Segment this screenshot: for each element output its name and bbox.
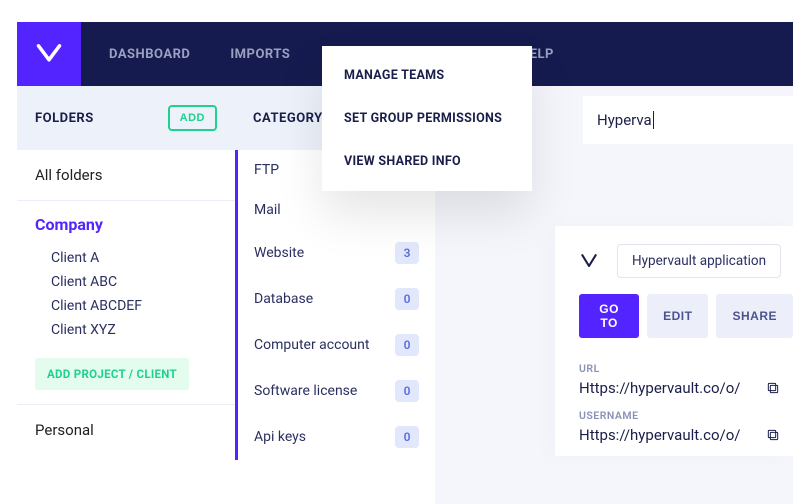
folder-company[interactable]: Company (35, 215, 217, 234)
logo[interactable] (17, 22, 81, 86)
category-label: FTP (254, 162, 279, 178)
folder-all[interactable]: All folders (17, 150, 235, 201)
goto-button[interactable]: GO TO (579, 294, 639, 338)
dropdown-manage-teams[interactable]: MANAGE TEAMS (322, 54, 532, 97)
category-item-mail[interactable]: Mail (238, 190, 435, 230)
search-input[interactable]: Hyperva (597, 111, 652, 129)
field-url: URL Https://hypervault.co/o/ (579, 362, 793, 397)
text-cursor-icon (653, 111, 654, 129)
field-value: Https://hypervault.co/o/ (579, 379, 740, 397)
folders-title: FOLDERS (35, 111, 94, 126)
client-item[interactable]: Client ABCDEF (51, 294, 217, 318)
category-count-badge: 0 (395, 334, 419, 356)
field-username: USERNAME Https://hypervault.co/o/ (579, 409, 793, 444)
client-item[interactable]: Client ABC (51, 270, 217, 294)
category-label: Software license (254, 383, 357, 399)
category-label: Website (254, 245, 304, 261)
copy-icon[interactable] (765, 427, 781, 443)
field-label: URL (579, 362, 793, 375)
add-project-button[interactable]: ADD PROJECT / CLIENT (35, 358, 189, 390)
nav-imports[interactable]: IMPORTS (230, 47, 290, 62)
category-count-badge: 0 (395, 380, 419, 402)
category-count-badge: 0 (395, 426, 419, 448)
category-title: CATEGORY (253, 111, 323, 126)
app-logo-icon (579, 251, 599, 271)
share-button[interactable]: SHARE (716, 294, 793, 338)
category-label: Mail (254, 202, 281, 218)
teams-dropdown: MANAGE TEAMS SET GROUP PERMISSIONS VIEW … (322, 46, 532, 191)
category-list: FTP Mail Website 3 Database 0 Computer a… (235, 150, 435, 460)
folders-header: FOLDERS ADD (17, 86, 235, 150)
search-box[interactable]: Hyperva (583, 96, 793, 144)
dropdown-set-permissions[interactable]: SET GROUP PERMISSIONS (322, 97, 532, 140)
app-name-chip[interactable]: Hypervault application (617, 244, 781, 278)
category-item-computer-account[interactable]: Computer account 0 (238, 322, 435, 368)
action-row: GO TO EDIT SHARE (579, 294, 793, 338)
detail-card: Hypervault application GO TO EDIT SHARE … (555, 226, 793, 456)
client-list: Client A Client ABC Client ABCDEF Client… (35, 246, 217, 342)
client-item[interactable]: Client XYZ (51, 318, 217, 342)
category-label: Computer account (254, 337, 369, 353)
category-item-software-license[interactable]: Software license 0 (238, 368, 435, 414)
field-label: USERNAME (579, 409, 793, 422)
category-item-database[interactable]: Database 0 (238, 276, 435, 322)
category-label: Database (254, 291, 313, 307)
nav-dashboard[interactable]: DASHBOARD (109, 47, 190, 62)
category-item-api-keys[interactable]: Api keys 0 (238, 414, 435, 460)
category-count-badge: 0 (395, 288, 419, 310)
category-item-website[interactable]: Website 3 (238, 230, 435, 276)
client-item[interactable]: Client A (51, 246, 217, 270)
add-folder-button[interactable]: ADD (168, 105, 217, 131)
copy-icon[interactable] (765, 380, 781, 396)
logo-v-icon (35, 40, 63, 68)
edit-button[interactable]: EDIT (647, 294, 708, 338)
folders-panel: FOLDERS ADD All folders Company Client A… (17, 86, 235, 504)
category-count-badge: 3 (395, 242, 419, 264)
folder-company-section: Company Client A Client ABC Client ABCDE… (17, 201, 235, 405)
field-value: Https://hypervault.co/o/ (579, 426, 740, 444)
folder-personal[interactable]: Personal (17, 405, 235, 455)
dropdown-view-shared[interactable]: VIEW SHARED INFO (322, 140, 532, 183)
category-label: Api keys (254, 429, 306, 445)
